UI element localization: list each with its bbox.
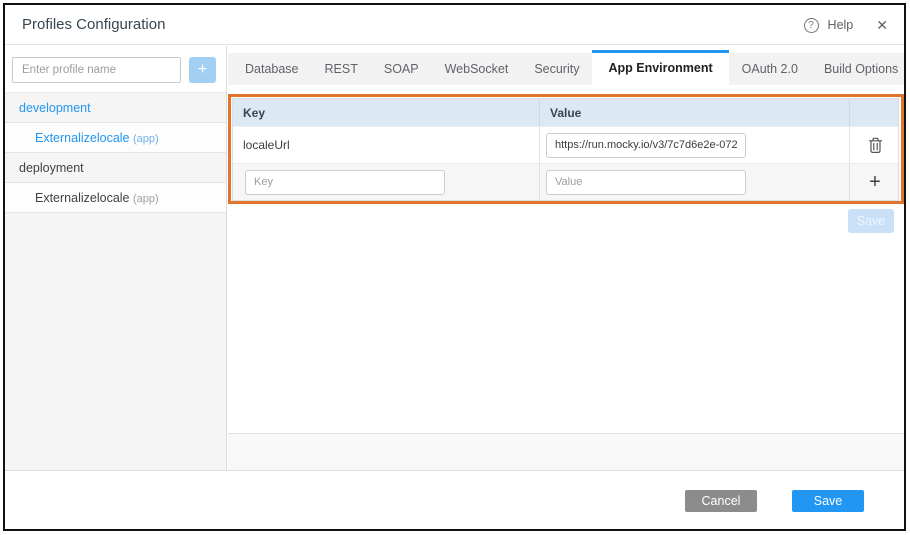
tab-oauth[interactable]: OAuth 2.0	[729, 53, 811, 85]
profile-app-suffix: (app)	[133, 193, 159, 205]
profiles-sidebar: + development Externalizelocale (app) de…	[5, 46, 227, 470]
tab-rest[interactable]: REST	[312, 53, 371, 85]
add-row-button[interactable]: +	[869, 172, 881, 192]
titlebar-actions: ? Help ✕	[804, 5, 888, 45]
tab-database[interactable]: Database	[232, 53, 312, 85]
env-key-text: localeUrl	[233, 138, 290, 152]
settings-tab-bar: Database REST SOAP WebSocket Security Ap…	[228, 53, 904, 85]
cancel-button[interactable]: Cancel	[685, 490, 757, 512]
profile-group-label: deployment	[19, 161, 84, 175]
column-header-key: Key	[233, 99, 539, 126]
title-bar: Profiles Configuration ? Help ✕	[5, 5, 904, 45]
tab-websocket[interactable]: WebSocket	[432, 53, 522, 85]
tab-build-options[interactable]: Build Options	[811, 53, 910, 85]
table-new-row: +	[233, 163, 898, 200]
panel-footer-strip	[228, 433, 904, 470]
add-profile-button[interactable]: +	[189, 57, 216, 83]
table-row: localeUrl	[233, 126, 898, 163]
close-icon[interactable]: ✕	[876, 17, 888, 34]
tab-soap[interactable]: SOAP	[371, 53, 432, 85]
tab-app-environment[interactable]: App Environment	[592, 50, 728, 86]
dialog-title: Profiles Configuration	[22, 5, 165, 45]
profile-create-row: +	[5, 46, 226, 93]
table-header-row: Key Value	[233, 99, 898, 126]
profile-app-label: Externalizelocale	[35, 131, 130, 145]
env-value-input[interactable]	[546, 133, 746, 158]
profiles-configuration-dialog: Profiles Configuration ? Help ✕ + develo…	[3, 3, 906, 531]
sidebar-item-deployment[interactable]: deployment	[5, 153, 226, 183]
plus-icon: +	[869, 172, 881, 192]
column-header-value: Value	[539, 99, 849, 126]
new-key-input[interactable]	[245, 170, 445, 195]
sidebar-item-development[interactable]: development	[5, 93, 226, 123]
help-icon[interactable]: ?	[804, 18, 819, 33]
trash-icon	[868, 137, 883, 154]
sidebar-item-externalizelocale-deployment[interactable]: Externalizelocale (app)	[5, 183, 226, 213]
profile-app-label: Externalizelocale	[35, 191, 130, 205]
app-environment-table: Key Value localeUrl	[232, 98, 899, 201]
save-button[interactable]: Save	[792, 490, 864, 512]
help-label[interactable]: Help	[828, 18, 854, 32]
dialog-footer: Cancel Save	[5, 470, 904, 529]
delete-row-button[interactable]	[868, 137, 883, 154]
new-value-input[interactable]	[546, 170, 746, 195]
column-header-actions	[849, 99, 900, 126]
profile-name-input[interactable]	[12, 57, 181, 83]
profile-settings-panel: Database REST SOAP WebSocket Security Ap…	[228, 46, 904, 470]
tab-security[interactable]: Security	[521, 53, 592, 85]
panel-save-button[interactable]: Save	[848, 209, 894, 233]
profile-app-suffix: (app)	[133, 133, 159, 145]
profiles-list: development Externalizelocale (app) depl…	[5, 93, 226, 213]
profile-group-label: development	[19, 101, 91, 115]
sidebar-item-externalizelocale-development[interactable]: Externalizelocale (app)	[5, 123, 226, 153]
